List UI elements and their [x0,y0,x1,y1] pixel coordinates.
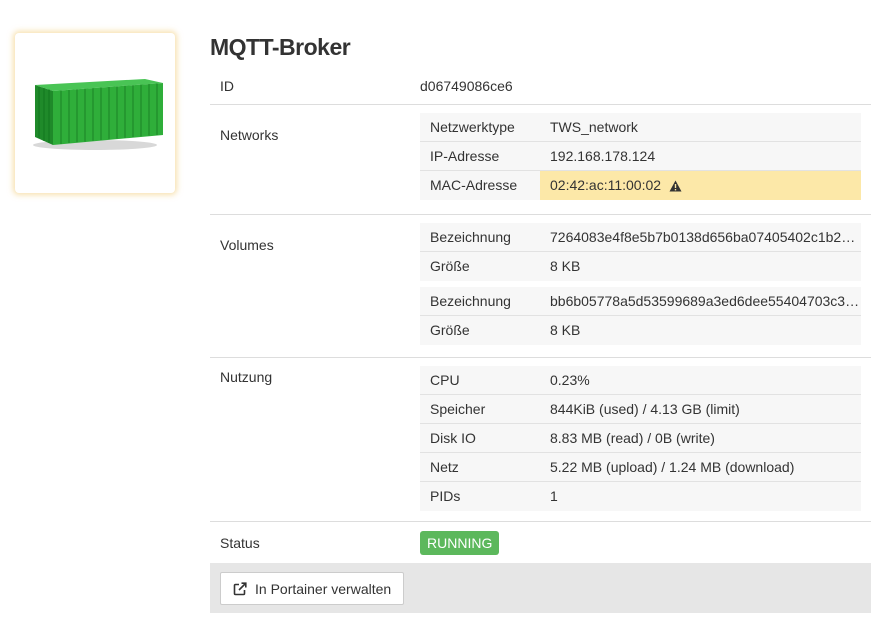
usage-disk-io-row: Disk IO 8.83 MB (read) / 0B (write) [420,424,861,453]
open-in-portainer-button[interactable]: In Portainer verwalten [220,572,405,605]
id-label: ID [220,78,234,94]
usage-network-label: Netz [430,459,459,475]
volume-size-value: 8 KB [550,258,581,274]
status-badge: RUNNING [420,531,500,555]
usage-memory-label: Speicher [430,401,486,417]
volume-size-row: Größe 8 KB [420,252,861,281]
usage-row: Nutzung CPU 0.23% Speicher 844KiB (used)… [210,358,871,522]
id-value: d06749086ce6 [420,78,513,94]
ip-address-label: IP-Adresse [430,148,500,164]
volume-table: Bezeichnung 7264083e4f8e5b7b0138d656ba07… [420,223,861,281]
volume-size-label: Größe [430,258,470,274]
shipping-container-icon [33,79,163,150]
mac-address-row: MAC-Adresse 02:42:ac:11:00:02 [420,171,861,200]
usage-disk-io-value: 8.83 MB (read) / 0B (write) [550,430,715,446]
usage-memory-value: 844KiB (used) / 4.13 GB (limit) [550,401,740,417]
status-label: Status [220,535,260,551]
usage-disk-io-label: Disk IO [430,430,476,446]
network-table: Netzwerktype TWS_network IP-Adresse 192.… [420,113,861,200]
volume-table: Bezeichnung bb6b05778a5d53599689a3ed6dee… [420,287,861,345]
external-link-icon [233,581,247,595]
mac-address-value: 02:42:ac:11:00:02 [550,177,662,193]
warning-icon [669,180,682,192]
usage-network-value: 5.22 MB (upload) / 1.24 MB (download) [550,459,795,475]
usage-pids-label: PIDs [430,488,461,504]
mac-address-label: MAC-Adresse [430,177,518,193]
volume-size-value: 8 KB [550,322,581,338]
status-row: Status RUNNING [210,522,871,564]
usage-pids-row: PIDs 1 [420,482,861,511]
volume-name-row: Bezeichnung bb6b05778a5d53599689a3ed6dee… [420,287,861,316]
volume-name-label: Bezeichnung [430,229,511,245]
usage-cpu-value: 0.23% [550,372,590,388]
usage-cpu-label: CPU [430,372,460,388]
ip-address-row: IP-Adresse 192.168.178.124 [420,142,861,171]
page-title: MQTT-Broker [210,34,351,60]
details-footer: In Portainer verwalten [210,563,871,613]
volumes-label: Volumes [220,237,274,253]
volume-size-row: Größe 8 KB [420,316,861,345]
volumes-row: Volumes Bezeichnung 7264083e4f8e5b7b0138… [210,215,871,358]
volume-name-value: bb6b05778a5d53599689a3ed6dee55404703c3c6… [550,293,861,309]
usage-memory-row: Speicher 844KiB (used) / 4.13 GB (limit) [420,395,861,424]
volume-name-label: Bezeichnung [430,293,511,309]
usage-table: CPU 0.23% Speicher 844KiB (used) / 4.13 … [420,366,861,511]
container-image [15,33,175,193]
volume-name-value: 7264083e4f8e5b7b0138d656ba07405402c1b245… [550,229,861,245]
id-row: ID d06749086ce6 [210,68,871,105]
network-type-value: TWS_network [550,119,638,135]
volume-size-label: Größe [430,322,470,338]
networks-row: Networks Netzwerktype TWS_network IP-Adr… [210,105,871,215]
networks-label: Networks [220,127,279,143]
usage-label: Nutzung [220,369,273,385]
usage-network-row: Netz 5.22 MB (upload) / 1.24 MB (downloa… [420,453,861,482]
open-in-portainer-label: In Portainer verwalten [255,580,392,597]
usage-cpu-row: CPU 0.23% [420,366,861,395]
container-details: ID d06749086ce6 Networks Netzwerktype TW… [210,68,871,564]
network-type-label: Netzwerktype [430,119,515,135]
volume-name-row: Bezeichnung 7264083e4f8e5b7b0138d656ba07… [420,223,861,252]
ip-address-value: 192.168.178.124 [550,148,656,164]
usage-pids-value: 1 [550,488,558,504]
network-type-row: Netzwerktype TWS_network [420,113,861,142]
